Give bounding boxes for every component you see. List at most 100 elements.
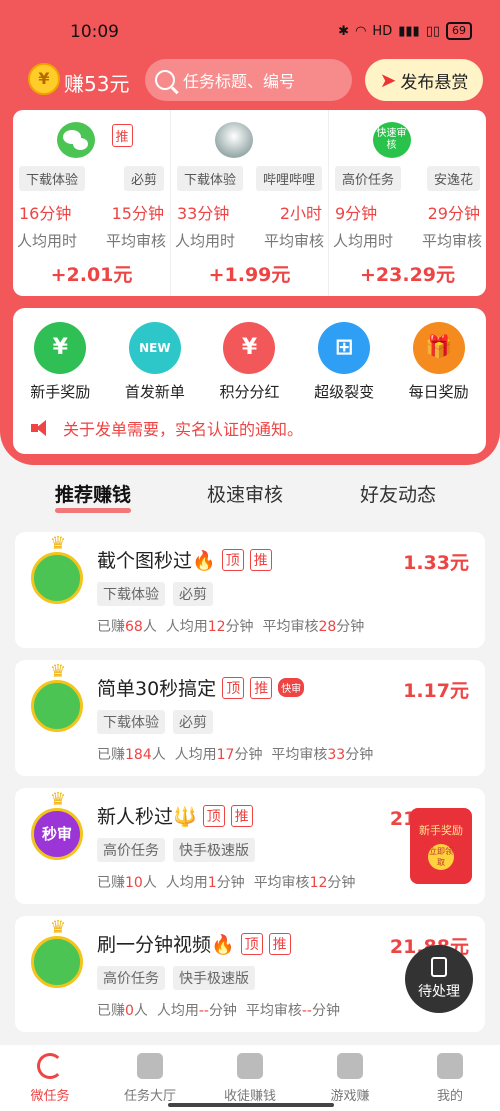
task-title: 刷一分钟视频🔥 [97, 934, 235, 956]
menu-item-points-dividend[interactable]: ¥ 积分分红 [204, 322, 294, 402]
menu-label: 新手奖励 [30, 383, 91, 401]
search-icon [155, 70, 175, 90]
new-icon: NEW [128, 322, 181, 374]
menu-item-newbie-reward[interactable]: ¥ 新手奖励 [15, 322, 105, 402]
search-placeholder: 任务标题、编号 [183, 72, 296, 91]
wechat-avatar: ♛ [31, 919, 83, 988]
reward-amount: +1.99元 [208, 264, 291, 286]
featured-task[interactable]: 下载体验 哔哩哔哩 33分钟 2小时 人均用时 平均审核 +1.99元 [171, 110, 329, 296]
paper-plane-icon: ➤ [379, 68, 397, 92]
tab-bar: 推荐赚钱 极速审核 好友动态 [0, 480, 500, 520]
nav-recruit[interactable]: 收徒赚钱 [200, 1045, 300, 1111]
wechat-icon [56, 122, 95, 158]
nav-micro-tasks[interactable]: 微任务 [0, 1045, 100, 1111]
nav-task-hall[interactable]: 任务大厅 [100, 1045, 200, 1111]
task-price: 1.17元 [403, 680, 469, 702]
task-tag: 下载体验 [19, 166, 86, 191]
pending-label: 待处理 [418, 984, 460, 1000]
task-tag: 必剪 [173, 710, 213, 734]
task-list-item[interactable]: ♛ 简单30秒搞定顶推快审 1.17元 下载体验 必剪 已赚184人 人均用17分… [15, 660, 485, 776]
publish-label: 发布悬赏 [400, 72, 469, 93]
home-indicator[interactable] [168, 1103, 334, 1107]
task-tag: 高价任务 [335, 166, 402, 191]
top-badge: 顶 [202, 804, 225, 827]
reward-amount: +23.29元 [359, 264, 456, 286]
menu-label: 超级裂变 [314, 383, 375, 401]
avg-time-value: 33分钟 [177, 204, 230, 223]
featured-task[interactable]: 快速审核 高价任务 安逸花 9分钟 29分钟 人均用时 平均审核 +23.29元 [329, 110, 486, 296]
top-bar: ¥ 赚53元 任务标题、编号 ➤ 发布悬赏 [0, 58, 500, 106]
task-tag: 安逸花 [426, 166, 480, 191]
newbie-reward-float-button[interactable]: 新手奖励 立即领取 [410, 808, 472, 884]
task-stats: 已赚0人 人均用--分钟 平均审核--分钟 [97, 1003, 340, 1019]
task-tag: 下载体验 [97, 582, 165, 606]
tab-recommended[interactable]: 推荐赚钱 [55, 480, 132, 513]
avg-review-label: 平均审核 [263, 232, 324, 250]
task-tag: 高价任务 [97, 838, 165, 862]
crown-icon: ♛ [49, 789, 67, 810]
top-badge: 顶 [222, 676, 245, 699]
refresh-icon [37, 1053, 63, 1079]
reward-amount: +2.01元 [50, 264, 133, 286]
tab-friend-activity[interactable]: 好友动态 [360, 480, 436, 507]
top-badge: 顶 [221, 548, 244, 571]
battery-icon: 69 [446, 22, 472, 40]
menu-item-daily-reward[interactable]: 🎁 每日奖励 [394, 322, 484, 402]
nav-me[interactable]: 我的 [400, 1045, 500, 1111]
featured-task[interactable]: 推 下载体验 必剪 16分钟 15分钟 人均用时 平均审核 +2.01元 [13, 110, 171, 296]
fast-review-avatar: ♛ 秒审 [31, 791, 83, 860]
gift-icon: 🎁 [412, 322, 465, 374]
publish-bounty-button[interactable]: ➤ 发布悬赏 [365, 59, 483, 101]
avg-time-value: 16分钟 [19, 204, 72, 223]
fast-review-badge: 快审 [278, 678, 305, 697]
task-tag: 下载体验 [177, 166, 244, 191]
task-title: 简单30秒搞定 [97, 678, 217, 700]
avg-review-value: 2小时 [279, 204, 322, 223]
recommend-badge: 推 [230, 804, 253, 827]
wifi-icon: ◠ [355, 23, 367, 39]
notice-text: 关于发单需要，实名认证的通知。 [63, 420, 304, 439]
earn-label[interactable]: 赚53元 [64, 68, 129, 97]
status-bar: 10:09 ✱ ◠ HD ▮▮▮ ▯▯ 69 [0, 0, 500, 60]
coin-icon: ¥ [28, 63, 60, 95]
fast-review-icon: 快速审核 [372, 122, 411, 158]
task-tag: 必剪 [173, 582, 213, 606]
search-input[interactable]: 任务标题、编号 [145, 59, 352, 101]
claim-now-button[interactable]: 立即领取 [428, 844, 454, 870]
clock: 10:09 [70, 22, 119, 42]
menu-item-super-fission[interactable]: ⊞ 超级裂变 [299, 322, 389, 402]
menu-row: ¥ 新手奖励 NEW 首发新单 ¥ 积分分红 ⊞ 超级裂变 🎁 每日奖励 [13, 322, 486, 402]
clipboard-icon [431, 957, 447, 977]
avg-review-label: 平均审核 [105, 232, 166, 250]
avg-time-value: 9分钟 [335, 204, 378, 223]
recommend-badge: 推 [111, 124, 133, 147]
crown-icon: ♛ [49, 661, 67, 682]
notice-bar[interactable]: 关于发单需要，实名认证的通知。 [31, 416, 303, 440]
task-tag: 必剪 [123, 166, 164, 191]
avg-review-label: 平均审核 [421, 232, 482, 250]
menu-label: 首发新单 [124, 383, 185, 401]
money-bag-icon: ¥ [34, 322, 87, 374]
quick-menu-card: ¥ 新手奖励 NEW 首发新单 ¥ 积分分红 ⊞ 超级裂变 🎁 每日奖励 关于发… [13, 308, 486, 454]
tab-fast-review[interactable]: 极速审核 [207, 480, 283, 507]
float-reward-title: 新手奖励 [419, 824, 463, 837]
wechat-avatar: ♛ [31, 535, 83, 604]
hd-icon: HD [372, 23, 393, 39]
task-list-item[interactable]: ♛ 截个图秒过🔥 顶推 1.33元 下载体验 必剪 已赚68人 人均用12分钟 平均… [15, 532, 485, 648]
bottom-nav: 微任务 任务大厅 收徒赚钱 游戏赚 我的 [0, 1045, 500, 1111]
avg-time-label: 人均用时 [17, 232, 78, 250]
menu-item-first-order[interactable]: NEW 首发新单 [110, 322, 200, 402]
task-tag: 快手极速版 [173, 966, 255, 990]
avg-review-value: 15分钟 [111, 204, 164, 223]
task-title: 截个图秒过🔥 [97, 550, 216, 572]
user-icon [437, 1053, 463, 1079]
grid-icon [137, 1053, 163, 1079]
nav-games[interactable]: 游戏赚 [300, 1045, 400, 1111]
avatar [214, 122, 253, 158]
bluetooth-icon: ✱ [338, 23, 350, 39]
task-price: 1.33元 [403, 552, 469, 574]
avg-time-label: 人均用时 [333, 232, 394, 250]
task-stats: 已赚10人 人均用1分钟 平均审核12分钟 [97, 875, 356, 891]
crown-icon: ♛ [49, 917, 67, 938]
pending-float-button[interactable]: 待处理 [405, 945, 473, 1013]
